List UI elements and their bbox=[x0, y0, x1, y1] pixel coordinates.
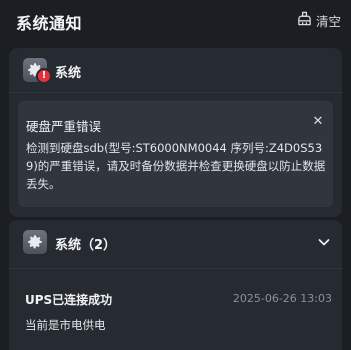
notification-title: 硬盘严重错误 bbox=[26, 119, 102, 134]
chevron-down-icon[interactable] bbox=[316, 234, 332, 250]
notification-body: 检测到硬盘sdb(型号:ST6000NM0044 序列号:Z4D0S539)的严… bbox=[26, 141, 326, 191]
notification-body: 当前是市电供电 bbox=[25, 318, 106, 332]
notification-title: UPS已连接成功 bbox=[25, 293, 113, 307]
notification-timestamp: 2025-06-26 13:03 bbox=[232, 292, 332, 305]
divider bbox=[9, 268, 342, 269]
notification-group-system-2: 系统（2） UPS已连接成功 2025-06-26 13:03 当前是市电供电 bbox=[9, 220, 342, 350]
clear-all-label: 清空 bbox=[315, 13, 341, 29]
group-title: 系统（2） bbox=[55, 238, 117, 253]
notification-item[interactable]: 硬盘严重错误 ✕ 检测到硬盘sdb(型号:ST6000NM0044 序列号:Z4… bbox=[18, 101, 333, 207]
error-badge: ! bbox=[36, 68, 52, 84]
group-header: ! 系统 bbox=[9, 48, 342, 92]
broom-icon bbox=[297, 11, 312, 29]
gear-icon bbox=[23, 230, 47, 254]
panel-title: 系统通知 bbox=[16, 14, 83, 33]
group-header[interactable]: 系统（2） bbox=[9, 220, 342, 264]
divider bbox=[9, 92, 342, 93]
group-title: 系统 bbox=[55, 66, 82, 81]
notification-header: 系统通知 清空 bbox=[0, 0, 351, 40]
close-icon[interactable]: ✕ bbox=[309, 113, 327, 131]
notification-group-system: ! 系统 硬盘严重错误 ✕ 检测到硬盘sdb(型号:ST6000NM0044 序… bbox=[9, 48, 342, 217]
clear-all-button[interactable]: 清空 bbox=[297, 11, 341, 29]
